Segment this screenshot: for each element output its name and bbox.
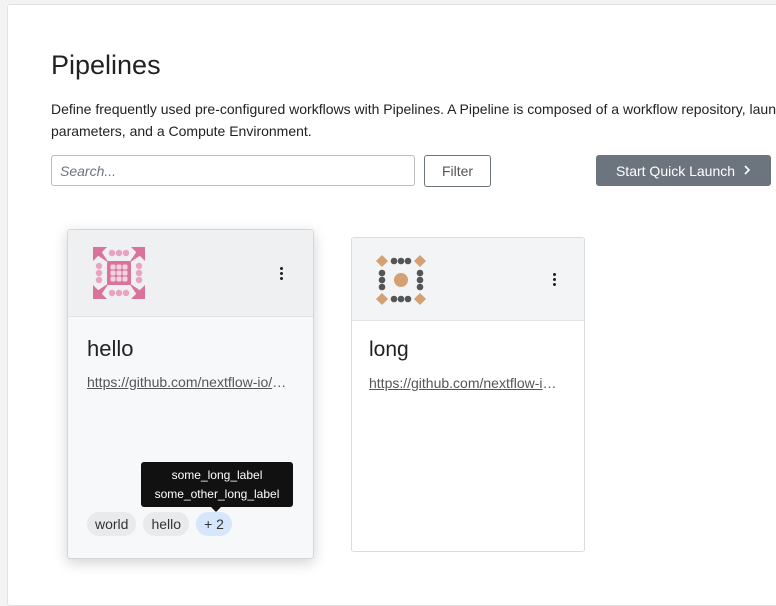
chevron-right-icon bbox=[743, 163, 751, 178]
card-menu-icon[interactable] bbox=[271, 261, 291, 285]
pipeline-repository-link[interactable]: https://github.com/nextflow-io/hello bbox=[87, 374, 291, 390]
search-input[interactable] bbox=[51, 155, 415, 186]
label-chip[interactable]: hello bbox=[143, 512, 190, 536]
label-chip[interactable]: world bbox=[87, 512, 137, 536]
start-quick-launch-label: Start Quick Launch bbox=[615, 162, 736, 179]
filter-button[interactable]: Filter bbox=[424, 155, 491, 187]
pipeline-name[interactable]: hello bbox=[87, 336, 133, 362]
pipeline-name[interactable]: long bbox=[369, 338, 409, 362]
tooltip-label: some_other_long_label bbox=[154, 487, 280, 501]
pipeline-labels: world hello + 2 bbox=[87, 512, 232, 536]
start-quick-launch-button[interactable]: Start Quick Launch bbox=[596, 155, 771, 186]
pipeline-avatar-icon bbox=[93, 247, 145, 299]
tooltip-label: some_long_label bbox=[171, 468, 263, 482]
page-title: Pipelines bbox=[51, 50, 161, 80]
pipeline-card-long[interactable]: long https://github.com/nextflow-io/long bbox=[351, 237, 585, 552]
pipeline-avatar-icon bbox=[376, 255, 426, 305]
pipeline-card-header bbox=[352, 238, 584, 321]
pipeline-card-hello[interactable]: hello https://github.com/nextflow-io/hel… bbox=[67, 229, 314, 559]
pipeline-card-header bbox=[68, 230, 313, 317]
more-labels-chip[interactable]: + 2 bbox=[196, 512, 232, 536]
labels-tooltip: some_long_label some_other_long_label bbox=[141, 462, 293, 512]
page-description: Define frequently used pre-configured wo… bbox=[51, 101, 776, 139]
card-menu-icon[interactable] bbox=[544, 267, 564, 291]
pipeline-repository-link[interactable]: https://github.com/nextflow-io/long bbox=[369, 375, 563, 391]
